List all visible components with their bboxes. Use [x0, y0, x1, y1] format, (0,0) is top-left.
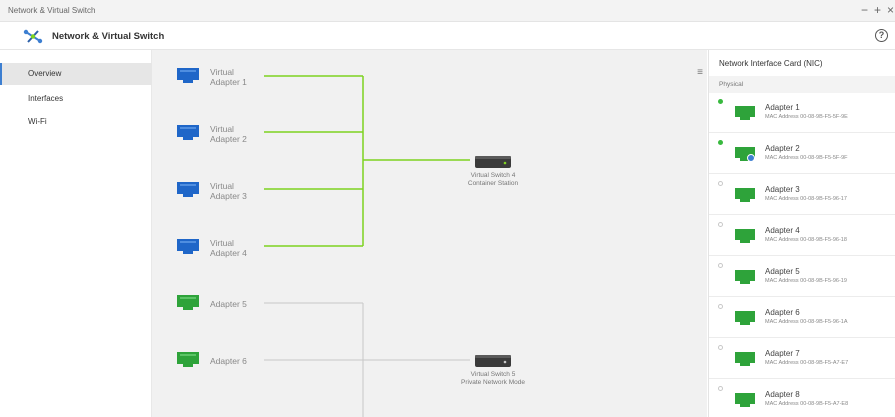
network-adapter-icon [735, 106, 755, 120]
status-dot-icon [718, 345, 723, 350]
nic-list-item[interactable]: Adapter 7 MAC Address 00-08-9B-F5-A7-E7 [709, 339, 895, 379]
network-adapter-icon[interactable] [176, 293, 200, 311]
nic-name: Adapter 6 [765, 308, 800, 317]
virtual-adapter-label: Virtual Adapter 1 [210, 67, 247, 87]
virtual-adapter-label: Virtual Adapter 4 [210, 238, 247, 258]
nic-name: Adapter 5 [765, 267, 800, 276]
nic-name: Adapter 8 [765, 390, 800, 399]
network-adapter-icon [735, 147, 755, 162]
window-titlebar: Network & Virtual Switch − + × [0, 0, 895, 22]
sidebar-item-wifi[interactable]: Wi-Fi [0, 111, 152, 133]
network-adapter-icon[interactable] [176, 350, 200, 368]
nic-name: Adapter 2 [765, 144, 800, 153]
virtual-adapter-icon[interactable] [176, 180, 200, 198]
network-adapter-icon [735, 188, 755, 202]
nic-mac: MAC Address 00-08-9B-F5-96-1A [765, 319, 848, 325]
nic-mac: MAC Address 00-08-9B-F5-96-17 [765, 196, 847, 202]
virtual-adapter-icon[interactable] [176, 66, 200, 84]
topology-canvas: Virtual Adapter 1 Virtual Adapter 2 Virtua… [152, 50, 707, 417]
network-adapter-icon [735, 311, 755, 325]
switch-label: Virtual Switch 4 Container Station [467, 172, 519, 187]
close-button[interactable]: × [887, 3, 894, 17]
nic-name: Adapter 7 [765, 349, 800, 358]
switch-icon[interactable] [474, 352, 512, 368]
virtual-adapter-label: Virtual Adapter 3 [210, 181, 247, 201]
switch-label: Virtual Switch 5 Private Network Mode [461, 371, 525, 386]
nic-list-item[interactable]: Adapter 8 MAC Address 00-08-9B-F5-A7-E8 [709, 380, 895, 417]
status-dot-icon [718, 304, 723, 309]
virtual-adapter-label: Virtual Adapter 2 [210, 124, 247, 144]
status-dot-icon [718, 140, 723, 145]
nic-list-item[interactable]: Adapter 3 MAC Address 00-08-9B-F5-96-17 [709, 175, 895, 215]
status-dot-icon [718, 386, 723, 391]
nic-list-item[interactable]: Adapter 4 MAC Address 00-08-9B-F5-96-18 [709, 216, 895, 256]
adapter-label: Adapter 6 [210, 356, 247, 366]
app-header: Network & Virtual Switch ? [0, 22, 895, 50]
nic-mac: MAC Address 00-08-9B-F5-96-18 [765, 237, 847, 243]
nic-panel: Network Interface Card (NIC) Physical Ad… [708, 50, 895, 417]
nic-name: Adapter 4 [765, 226, 800, 235]
status-dot-icon [718, 99, 723, 104]
minimize-button[interactable]: − [861, 3, 868, 17]
nic-name: Adapter 3 [765, 185, 800, 194]
nic-list-item[interactable]: Adapter 1 MAC Address 00-08-9B-F5-5F-9E [709, 93, 895, 133]
network-adapter-icon [735, 352, 755, 366]
virtual-adapter-icon[interactable] [176, 237, 200, 255]
maximize-button[interactable]: + [874, 3, 881, 17]
switch-icon[interactable] [474, 153, 512, 169]
status-dot-icon [718, 263, 723, 268]
sidebar-item-interfaces[interactable]: Interfaces [0, 88, 152, 110]
network-adapter-icon [735, 270, 755, 284]
virtual-adapter-icon[interactable] [176, 123, 200, 141]
adapter-label: Adapter 5 [210, 299, 247, 309]
app-logo-icon [23, 29, 43, 44]
menu-icon[interactable]: ≡ [693, 66, 707, 80]
nic-list-item[interactable]: Adapter 2 MAC Address 00-08-9B-F5-5F-9F [709, 134, 895, 174]
network-adapter-icon [735, 229, 755, 243]
nic-panel-subtitle: Physical [709, 76, 895, 93]
nic-mac: MAC Address 00-08-9B-F5-A7-E8 [765, 401, 849, 407]
sidebar-item-overview[interactable]: Overview [0, 63, 152, 85]
nic-panel-title: Network Interface Card (NIC) [719, 59, 823, 68]
nic-list-item[interactable]: Adapter 6 MAC Address 00-08-9B-F5-96-1A [709, 298, 895, 338]
nic-mac: MAC Address 00-08-9B-F5-5F-9F [765, 155, 848, 161]
window-title: Network & Virtual Switch [8, 6, 96, 15]
nic-mac: MAC Address 00-08-9B-F5-5F-9E [765, 114, 848, 120]
nic-name: Adapter 1 [765, 103, 800, 112]
nic-list-item[interactable]: Adapter 5 MAC Address 00-08-9B-F5-96-19 [709, 257, 895, 297]
network-adapter-icon [735, 393, 755, 407]
nic-mac: MAC Address 00-08-9B-F5-A7-E7 [765, 360, 849, 366]
help-icon[interactable]: ? [875, 29, 888, 42]
page-title: Network & Virtual Switch [52, 31, 165, 42]
nic-mac: MAC Address 00-08-9B-F5-96-19 [765, 278, 847, 284]
status-dot-icon [718, 222, 723, 227]
sidebar: Overview Interfaces Wi-Fi [0, 50, 152, 417]
status-dot-icon [718, 181, 723, 186]
